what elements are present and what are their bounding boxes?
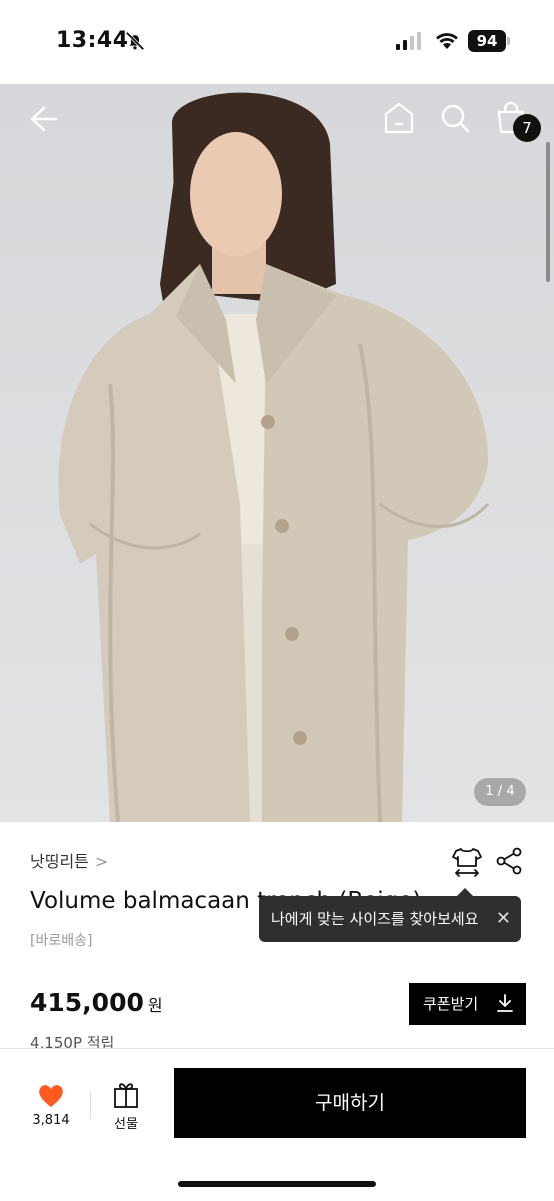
coupon-label: 쿠폰받기 <box>423 995 479 1013</box>
product-price: 415,000 원 <box>30 988 163 1017</box>
size-tooltip: 나에게 맞는 사이즈를 찾아보세요 ✕ <box>259 888 521 942</box>
home-icon[interactable] <box>382 100 416 136</box>
status-time: 13:44 <box>56 28 129 53</box>
buy-button[interactable]: 구매하기 <box>174 1068 526 1138</box>
close-icon[interactable]: ✕ <box>496 896 511 942</box>
cart-count-badge: 7 <box>513 114 541 142</box>
like-button[interactable]: 3,814 <box>30 1083 72 1128</box>
purchase-bar: 3,814 선물 구매하기 <box>0 1048 554 1201</box>
search-icon[interactable] <box>438 100 472 136</box>
wifi-icon <box>436 33 458 49</box>
battery-indicator: 94 <box>468 30 506 52</box>
get-coupon-button[interactable]: 쿠폰받기 <box>409 983 526 1025</box>
tooltip-text: 나에게 맞는 사이즈를 찾아보세요 <box>271 910 479 928</box>
chevron-right-icon: > <box>94 852 109 871</box>
bell-muted-icon <box>125 31 145 51</box>
divider <box>90 1091 91 1119</box>
currency-label: 원 <box>147 996 163 1015</box>
product-photo <box>0 84 554 822</box>
gift-icon <box>114 1083 138 1108</box>
gift-button[interactable]: 선물 <box>106 1081 146 1132</box>
heart-icon <box>39 1085 63 1107</box>
battery-tip <box>507 37 510 45</box>
scrollbar[interactable] <box>546 142 550 282</box>
brand-link[interactable]: 낫띵리튼 > <box>30 848 108 872</box>
like-count: 3,814 <box>32 1113 70 1128</box>
home-indicator <box>178 1181 376 1187</box>
product-image-gallery[interactable]: 7 1 / 4 <box>0 84 554 822</box>
image-pager: 1 / 4 <box>474 778 526 806</box>
gift-label: 선물 <box>114 1117 138 1132</box>
share-icon[interactable] <box>494 846 524 876</box>
size-guide-icon[interactable] <box>450 846 484 878</box>
price-value: 415,000 <box>30 988 144 1017</box>
brand-name: 낫띵리튼 <box>30 852 89 871</box>
delivery-tag: [바로배송] <box>30 933 93 949</box>
cellular-signal-icon <box>396 32 421 50</box>
back-arrow-icon[interactable] <box>26 102 60 136</box>
download-icon <box>497 994 513 1012</box>
status-bar: 13:44 94 <box>0 0 554 84</box>
